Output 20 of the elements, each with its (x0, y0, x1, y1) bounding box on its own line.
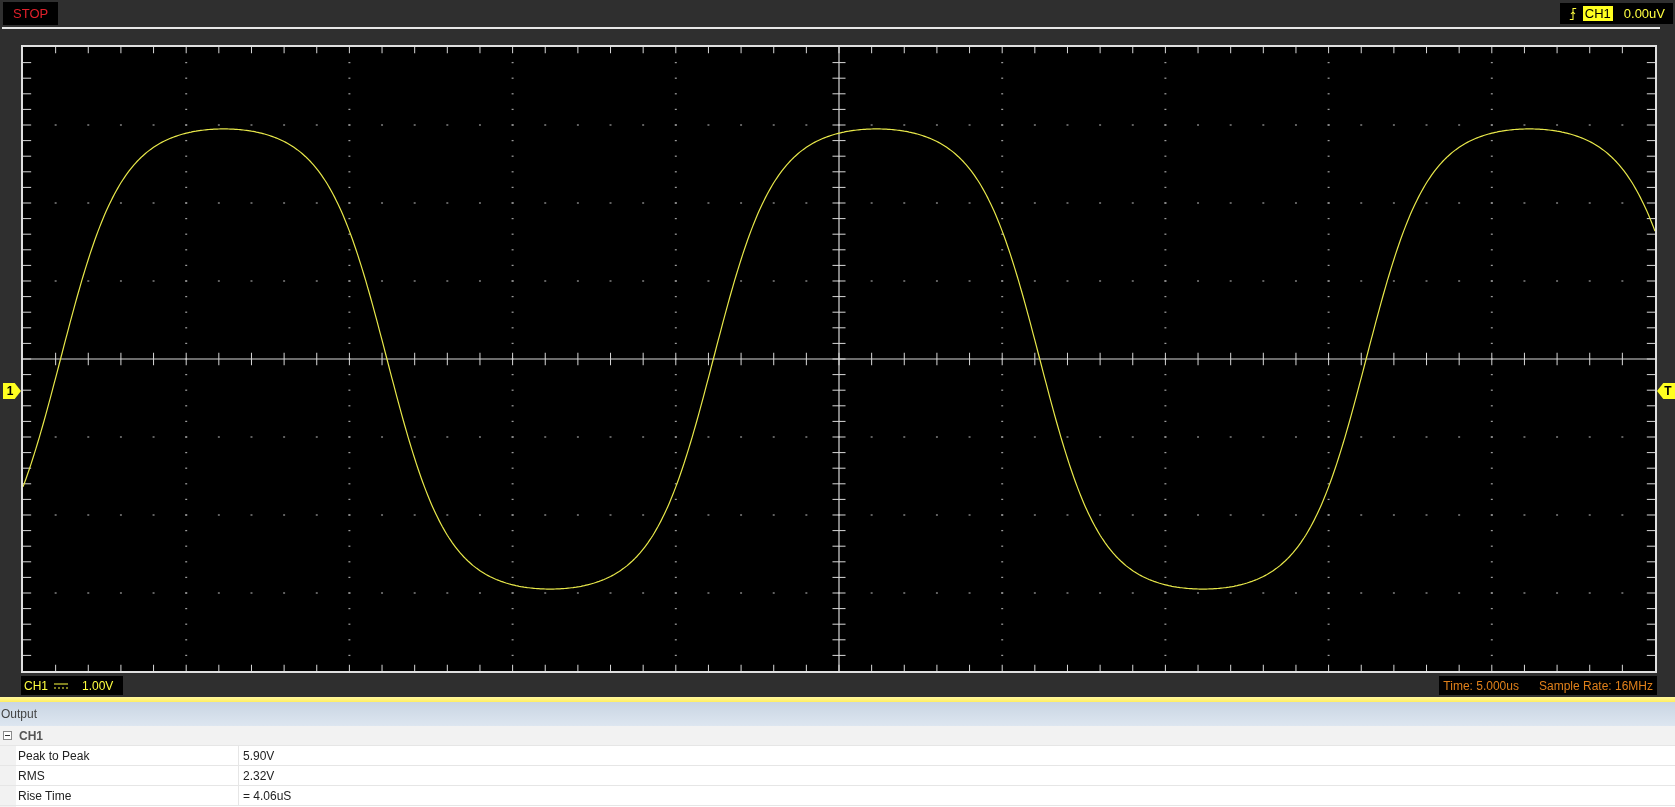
sample-rate-readout: Sample Rate: 16MHz (1538, 678, 1653, 693)
time-per-division: Time: 5.000us (1443, 678, 1519, 693)
group-name: CH1 (19, 728, 43, 743)
output-panel-title: Output (1, 707, 38, 721)
property-name: Rise Time (16, 786, 239, 805)
rising-edge-icon (1568, 6, 1577, 21)
run-state-indicator: STOP (3, 2, 59, 25)
dc-coupling-icon (54, 681, 68, 690)
trigger-marker[interactable]: T (1657, 383, 1675, 399)
property-name: RMS (16, 766, 239, 785)
channel-label: CH1 (24, 678, 48, 693)
property-value: 2.32V (242, 768, 275, 783)
volts-per-division: 1.00V (82, 678, 114, 693)
collapse-icon[interactable] (3, 731, 12, 740)
trigger-channel-label: CH1 (1582, 6, 1613, 21)
property-name: Peak to Peak (16, 746, 239, 765)
channel-marker[interactable]: 1 (3, 383, 21, 399)
property-value: 5.90V (242, 748, 275, 763)
trigger-level-readout: 0.00uV (1623, 6, 1665, 21)
property-value: = 4.06uS (242, 788, 292, 803)
